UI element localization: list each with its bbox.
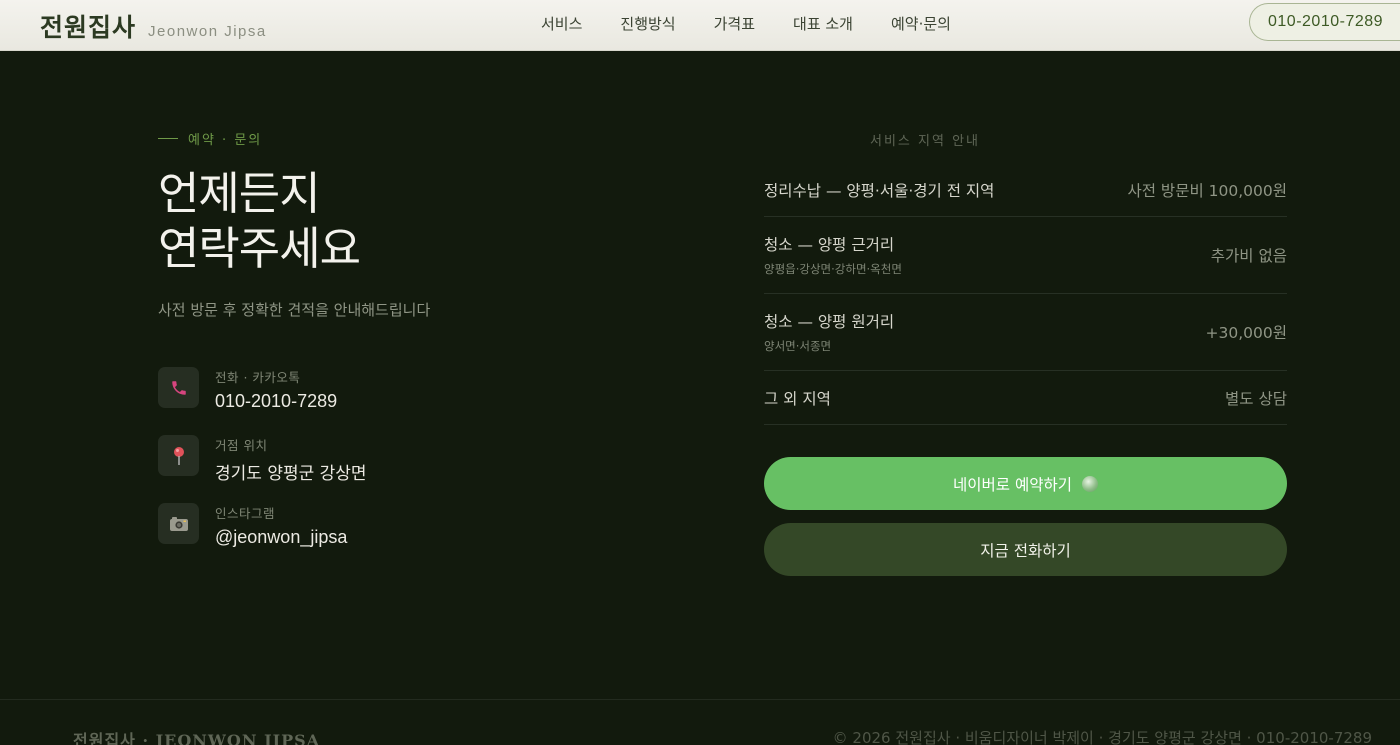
area-row-text: 청소 — 양평 근거리 양평읍·강상면·강하면·옥천면 [764, 233, 902, 277]
green-orb-icon [1082, 475, 1098, 492]
area-name: 청소 — 양평 근거리 [764, 236, 895, 254]
main-menu: 서비스 진행방식 가격표 대표 소개 예약·문의 [541, 13, 951, 34]
contact-location-label: 거점 위치 [215, 438, 268, 453]
area-sub: 양평읍·강상면·강하면·옥천면 [764, 262, 902, 276]
footer-brand: 전원집사 · JEONWON JIPSA [73, 731, 321, 745]
section-headline: 언제든지 연락주세요 [158, 166, 361, 276]
area-name: 정리수납 — 양평·서울·경기 전 지역 [764, 182, 995, 200]
call-now-label: 지금 전화하기 [980, 541, 1071, 560]
menu-item-services[interactable]: 서비스 [541, 13, 582, 34]
brand-logo[interactable]: 전원집사 Jeonwon Jipsa [40, 8, 267, 44]
area-row-text: 정리수납 — 양평·서울·경기 전 지역 [764, 179, 994, 201]
menu-item-booking[interactable]: 예약·문의 [891, 13, 951, 34]
area-name: 그 외 지역 [764, 389, 831, 408]
area-price: 추가비 없음 [1210, 247, 1287, 265]
service-area-row: 청소 — 양평 근거리 양평읍·강상면·강하면·옥천면 추가비 없음 [764, 217, 1287, 294]
footer-info: © 2026 전원집사 · 비움디자이너 박제이 · 경기도 양평군 강상면 ·… [832, 729, 1372, 745]
brand-name-korean: 전원집사 [40, 13, 137, 42]
header-phone-button[interactable]: 010-2010-7289 [1249, 3, 1400, 41]
headline-line-1: 언제든지 [158, 167, 321, 220]
naver-booking-label: 네이버로 예약하기 [952, 475, 1072, 494]
phone-icon [158, 367, 199, 408]
contact-location: 거점 위치 경기도 양평군 강상면 [158, 435, 367, 484]
section-eyebrow: 예약 · 문의 [158, 129, 262, 148]
camera-icon [158, 503, 199, 544]
service-area-title: 서비스 지역 안내 [870, 134, 980, 149]
area-price: 사전 방문비 100,000원 [1127, 182, 1287, 200]
location-pin-icon [158, 435, 199, 476]
service-area-row: 청소 — 양평 원거리 양서면·서종면 +30,000원 [764, 294, 1287, 371]
area-sub: 양서면·서종면 [764, 339, 832, 353]
contact-phone-label: 전화 · 카카오톡 [215, 370, 301, 385]
service-area-row: 정리수납 — 양평·서울·경기 전 지역 사전 방문비 100,000원 [764, 164, 1287, 217]
top-navigation: 전원집사 Jeonwon Jipsa 서비스 진행방식 가격표 대표 소개 예약… [0, 0, 1400, 51]
eyebrow-label: 예약 · 문의 [188, 133, 263, 148]
contact-phone[interactable]: 전화 · 카카오톡 010-2010-7289 [158, 367, 337, 412]
contact-instagram-label: 인스타그램 [215, 506, 276, 521]
area-row-text: 청소 — 양평 원거리 양서면·서종면 [764, 310, 894, 354]
menu-item-pricing[interactable]: 가격표 [714, 13, 755, 34]
service-area-row: 그 외 지역 별도 상담 [764, 371, 1287, 425]
footer-divider [0, 699, 1400, 700]
area-price: +30,000원 [1205, 324, 1287, 342]
contact-instagram[interactable]: 인스타그램 @jeonwon_jipsa [158, 503, 347, 548]
area-row-text: 그 외 지역 [764, 387, 831, 409]
area-name: 청소 — 양평 원거리 [764, 313, 895, 331]
eyebrow-divider [158, 138, 178, 139]
call-now-button[interactable]: 지금 전화하기 [764, 523, 1287, 576]
area-price: 별도 상담 [1225, 389, 1287, 408]
naver-booking-button[interactable]: 네이버로 예약하기 [764, 457, 1287, 510]
menu-item-about[interactable]: 대표 소개 [793, 13, 853, 34]
headline-line-2: 연락주세요 [158, 222, 361, 275]
contact-instagram-value[interactable]: @jeonwon_jipsa [215, 527, 347, 548]
section-subline: 사전 방문 후 정확한 견적을 안내해드립니다 [158, 301, 431, 319]
service-area-list: 정리수납 — 양평·서울·경기 전 지역 사전 방문비 100,000원 청소 … [764, 164, 1287, 425]
contact-phone-value[interactable]: 010-2010-7289 [215, 391, 337, 412]
brand-name-english: Jeonwon Jipsa [148, 23, 267, 40]
menu-item-process[interactable]: 진행방식 [620, 13, 675, 34]
contact-location-value: 경기도 양평군 강상면 [215, 464, 367, 484]
